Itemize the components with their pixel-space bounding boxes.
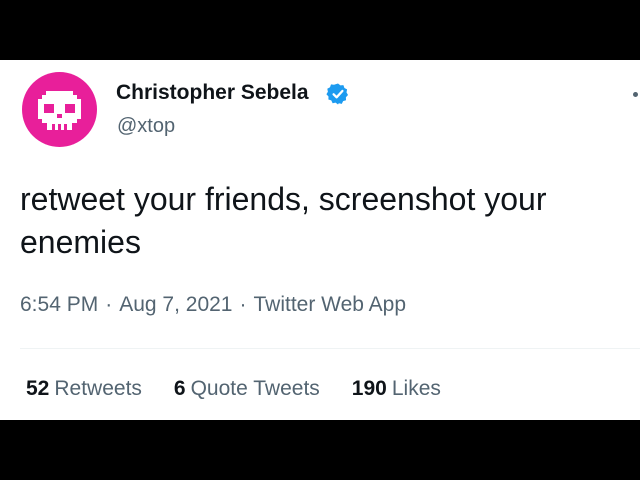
tweet-meta: 6:54 PM · Aug 7, 2021 · Twitter Web App	[20, 293, 406, 317]
retweets-stat[interactable]: 52 Retweets	[26, 377, 142, 401]
meta-separator: ·	[105, 293, 113, 316]
quote-tweets-label: Quote Tweets	[190, 377, 320, 400]
meta-separator: ·	[239, 293, 247, 316]
author-handle[interactable]: @xtop	[117, 115, 175, 138]
tweet-time[interactable]: 6:54 PM	[20, 293, 98, 316]
tweet-card: Christopher Sebela @xtop retweet your fr…	[0, 60, 640, 420]
more-options-icon[interactable]	[633, 92, 638, 97]
retweets-count: 52	[26, 377, 50, 400]
likes-count: 190	[351, 377, 387, 400]
verified-badge-icon	[326, 82, 350, 106]
tweet-stats: 52 Retweets 6 Quote Tweets 190 Likes	[26, 377, 473, 401]
quote-tweets-stat[interactable]: 6 Quote Tweets	[174, 377, 320, 401]
tweet-date[interactable]: Aug 7, 2021	[119, 293, 232, 316]
likes-label: Likes	[391, 377, 441, 400]
quote-tweets-count: 6	[173, 377, 186, 400]
likes-stat[interactable]: 190 Likes	[352, 377, 441, 401]
pixel-skull-icon	[38, 91, 81, 130]
avatar[interactable]	[22, 72, 97, 147]
author-display-name[interactable]: Christopher Sebela	[116, 81, 309, 105]
tweet-text: retweet your friends, screenshot your en…	[20, 181, 547, 260]
divider	[20, 348, 640, 349]
retweets-label: Retweets	[54, 377, 142, 400]
tweet-source[interactable]: Twitter Web App	[253, 293, 406, 316]
